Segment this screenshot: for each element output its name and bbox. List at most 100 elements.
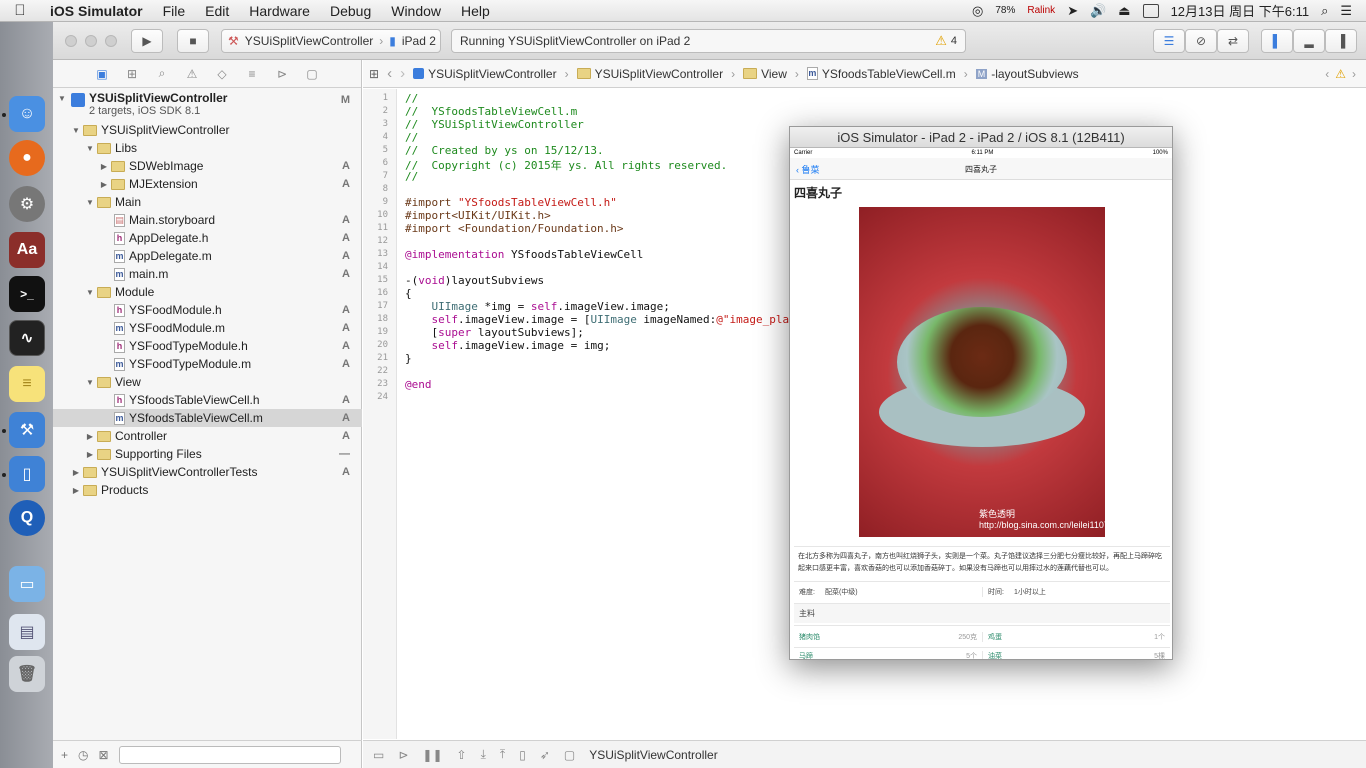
breadcrumb-view-group[interactable]: View xyxy=(743,67,787,81)
tree-row[interactable]: h YSfoodsTableViewCell.h A xyxy=(53,391,362,409)
add-icon[interactable]: + xyxy=(61,748,68,762)
eject-icon[interactable]: ⏏ xyxy=(1118,3,1130,19)
downloads-folder-icon[interactable]: ▭ xyxy=(9,566,45,602)
breadcrumb-method[interactable]: M -layoutSubviews xyxy=(975,67,1079,81)
assistant-editor-button[interactable]: ⊘ xyxy=(1185,29,1217,53)
disclosure-open-icon[interactable]: ▼ xyxy=(85,288,95,297)
disclosure-closed-icon[interactable]: ▶ xyxy=(71,468,81,477)
code-line[interactable]: self.imageView.image = img; xyxy=(405,339,611,352)
tree-row[interactable]: h YSFoodTypeModule.h A xyxy=(53,337,362,355)
notes-icon[interactable]: ≡ xyxy=(9,366,45,402)
version-editor-button[interactable]: ⇄ xyxy=(1217,29,1249,53)
disclosure-open-icon[interactable]: ▼ xyxy=(85,144,95,153)
ralink-status[interactable]: Ralink xyxy=(1027,5,1055,16)
quicktime-icon[interactable]: Q xyxy=(9,500,45,536)
toggle-debug-area-button[interactable]: ▂ xyxy=(1293,29,1325,53)
step-into-icon[interactable]: ⤓ xyxy=(481,747,486,762)
breadcrumb-file[interactable]: m YSfoodsTableViewCell.m xyxy=(806,67,956,81)
stop-button[interactable]: ■ xyxy=(177,29,209,53)
zoom-window-button[interactable] xyxy=(105,35,117,47)
breadcrumb-project[interactable]: YSUiSplitViewController xyxy=(413,67,557,81)
code-line[interactable]: UIImage *img = self.imageView.image; xyxy=(405,300,670,313)
forward-arrow-icon[interactable]: › xyxy=(400,65,405,82)
tree-row[interactable]: ▼ View xyxy=(53,373,362,391)
code-line[interactable]: #import<UIKit/UIKit.h> xyxy=(405,209,551,222)
code-line[interactable]: @end xyxy=(405,378,432,391)
step-over-icon[interactable]: ⇧ xyxy=(457,748,467,762)
firefox-icon[interactable]: ● xyxy=(9,140,45,176)
recent-files-icon[interactable]: ◷ xyxy=(78,748,88,762)
ios-simulator-icon[interactable]: ▯ xyxy=(9,456,45,492)
code-line[interactable]: #import <Foundation/Foundation.h> xyxy=(405,222,624,235)
related-items-icon[interactable]: ⊞ xyxy=(369,67,379,81)
code-line[interactable]: // xyxy=(405,92,418,105)
disclosure-closed-icon[interactable]: ▶ xyxy=(99,162,109,171)
memory-status-icon[interactable]: ◎ xyxy=(972,3,983,19)
ingredient-name[interactable]: 猪肉馅 xyxy=(799,632,820,642)
tree-row[interactable]: ▼ Module xyxy=(53,283,362,301)
disclosure-open-icon[interactable]: ▼ xyxy=(57,94,67,103)
send-icon[interactable]: ➤ xyxy=(1067,3,1078,19)
step-out-icon[interactable]: ⤒ xyxy=(500,747,505,762)
ingredient-name[interactable]: 鸡蛋 xyxy=(988,632,1002,642)
ingredient-name[interactable]: 油菜 xyxy=(988,651,1002,659)
simulator-title[interactable]: iOS Simulator - iPad 2 - iPad 2 / iOS 8.… xyxy=(790,127,1172,148)
tree-row[interactable]: m AppDelegate.m A xyxy=(53,247,362,265)
code-line[interactable]: @implementation YSfoodsTableViewCell xyxy=(405,248,643,261)
code-line[interactable]: // Created by ys on 15/12/13. xyxy=(405,144,604,157)
debug-target-name[interactable]: YSUiSplitViewController xyxy=(589,748,718,762)
disclosure-closed-icon[interactable]: ▶ xyxy=(85,450,95,459)
menu-help[interactable]: Help xyxy=(451,3,500,19)
scheme-selector[interactable]: ⚒ YSUiSplitViewController › ▮ iPad 2 xyxy=(221,29,441,53)
line-number-gutter[interactable]: 1 2 3 4 5 6 7 8 9 10 11 12 13 14 15 16 17 18 19 20 21 22 23 24 xyxy=(363,89,397,739)
warnings-indicator[interactable]: ⚠ 4 xyxy=(935,33,957,49)
disclosure-open-icon[interactable]: ▼ xyxy=(71,126,81,135)
disclosure-closed-icon[interactable]: ▶ xyxy=(85,432,95,441)
tree-row[interactable]: ▶ SDWebImage A xyxy=(53,157,362,175)
tree-row[interactable]: m YSFoodModule.m A xyxy=(53,319,362,337)
finder-icon[interactable]: ☺ xyxy=(9,96,45,132)
code-line[interactable]: // xyxy=(405,170,418,183)
standard-editor-button[interactable]: ☰ xyxy=(1153,29,1185,53)
back-arrow-icon[interactable]: ‹ xyxy=(387,65,392,82)
system-preferences-icon[interactable]: ⚙ xyxy=(9,186,45,222)
desktop-stack-icon[interactable]: ▤ xyxy=(9,614,45,650)
disclosure-open-icon[interactable]: ▼ xyxy=(85,378,95,387)
code-line[interactable]: // xyxy=(405,131,418,144)
debug-navigator-tab-icon[interactable]: ≡ xyxy=(244,67,260,81)
activity-viewer[interactable]: Running YSUiSplitViewController on iPad … xyxy=(451,29,966,53)
menu-hardware[interactable]: Hardware xyxy=(239,3,320,19)
code-line[interactable]: [super layoutSubviews]; xyxy=(405,326,583,339)
breakpoints-toggle-icon[interactable]: ⊳ xyxy=(398,748,408,762)
navigator-filter-input[interactable] xyxy=(118,745,341,764)
code-line[interactable]: } xyxy=(405,352,412,365)
tree-row[interactable]: ▶ YSUiSplitViewControllerTests A xyxy=(53,463,362,481)
tree-row[interactable]: m YSFoodTypeModule.m A xyxy=(53,355,362,373)
view-debugger-icon[interactable]: ▯ xyxy=(519,748,526,762)
terminal-icon[interactable]: >_ xyxy=(9,276,45,312)
disclosure-closed-icon[interactable]: ▶ xyxy=(71,486,81,495)
tree-row[interactable]: ▶ MJExtension A xyxy=(53,175,362,193)
breadcrumb-group[interactable]: YSUiSplitViewController xyxy=(576,67,723,81)
tree-row[interactable]: h YSFoodModule.h A xyxy=(53,301,362,319)
disclosure-closed-icon[interactable]: ▶ xyxy=(99,180,109,189)
location-icon[interactable]: ➶ xyxy=(540,748,550,762)
code-line[interactable]: #import "YSfoodsTableViewCell.h" xyxy=(405,196,617,209)
tree-row[interactable]: ▼ YSUiSplitViewController xyxy=(53,121,362,139)
run-button[interactable]: ▶ xyxy=(131,29,163,53)
tree-row[interactable]: m main.m A xyxy=(53,265,362,283)
close-window-button[interactable] xyxy=(65,35,77,47)
trash-icon[interactable]: 🗑 xyxy=(9,656,45,692)
disclosure-open-icon[interactable]: ▼ xyxy=(85,198,95,207)
project-navigator-tab-icon[interactable]: ▣ xyxy=(94,67,110,81)
project-root[interactable]: ▼ YSUiSplitViewController 2 targets, iOS… xyxy=(53,91,362,123)
menu-edit[interactable]: Edit xyxy=(195,3,239,19)
code-line[interactable]: self.imageView.image = [UIImage imageNam… xyxy=(405,313,790,326)
find-navigator-tab-icon[interactable]: ⌕ xyxy=(154,66,170,81)
tree-row[interactable]: ▶ Controller A xyxy=(53,427,362,445)
tree-row[interactable]: ▶ Products xyxy=(53,481,362,499)
ingredient-name[interactable]: 马蹄 xyxy=(799,651,813,659)
code-line[interactable]: -(void)layoutSubviews xyxy=(405,274,544,287)
next-issue-icon[interactable]: › xyxy=(1352,67,1356,81)
report-navigator-tab-icon[interactable]: ▢ xyxy=(304,67,320,81)
